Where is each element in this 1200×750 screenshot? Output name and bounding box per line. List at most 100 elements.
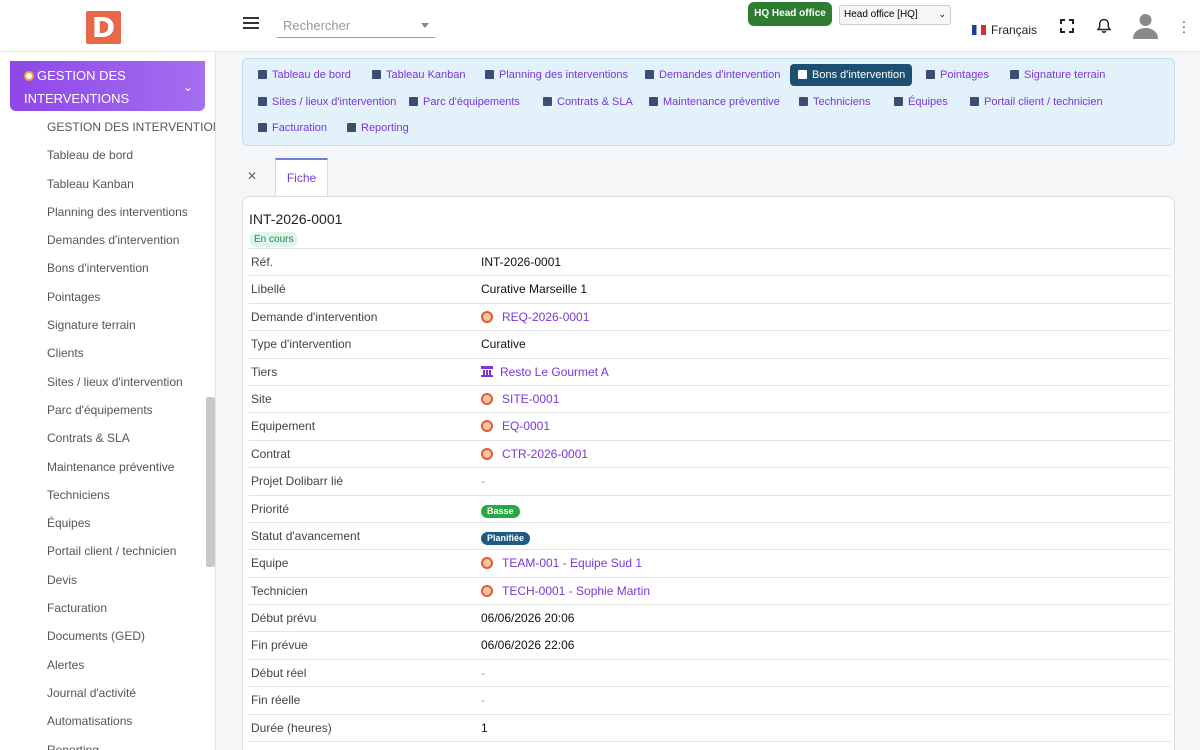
more-options-icon[interactable]: · · · — [1181, 14, 1187, 38]
table-row: Fin réelle - — [249, 686, 1171, 713]
nav-portail[interactable]: Portail client / technicien — [962, 91, 1110, 113]
fullscreen-icon[interactable] — [1060, 19, 1074, 33]
nav-signature[interactable]: Signature terrain — [1002, 64, 1112, 86]
priority-badge: Basse — [481, 504, 520, 518]
technician-link[interactable]: TECH-0001 - Sophie Martin — [481, 584, 650, 598]
sidebar-item-parc[interactable]: Parc d'équipements — [0, 401, 215, 429]
nav-parc[interactable]: Parc d'équipements — [401, 91, 527, 113]
sidebar-item-demandes[interactable]: Demandes d'intervention — [0, 231, 215, 259]
sidebar-item-kanban[interactable]: Tableau Kanban — [0, 175, 215, 203]
nav-pointages[interactable]: Pointages — [918, 64, 996, 86]
tab-fiche[interactable]: Fiche — [275, 158, 328, 198]
nav-facturation[interactable]: Facturation — [250, 117, 334, 139]
calendar-check-icon — [649, 97, 658, 106]
nav-equipes[interactable]: Équipes — [886, 91, 955, 113]
object-icon — [481, 584, 493, 597]
sidebar-item-automatisations[interactable]: Automatisations — [0, 712, 215, 740]
nav-kanban[interactable]: Tableau Kanban — [364, 64, 473, 86]
object-icon — [481, 420, 493, 433]
field-value: 06/06/2026 20:06 — [481, 611, 575, 626]
table-row: Contrat CTR-2026-0001 — [249, 439, 1171, 467]
top-bar: D Rechercher HQ Head office Head office … — [0, 0, 1200, 52]
sidebar-item-documents[interactable]: Documents (GED) — [0, 627, 215, 655]
sidebar-item-planning[interactable]: Planning des interventions — [0, 203, 215, 231]
sidebar-item-tableau-de-bord[interactable]: Tableau de bord — [0, 146, 215, 174]
sidebar-item-sites[interactable]: Sites / lieux d'intervention — [0, 373, 215, 401]
entity-button[interactable]: HQ Head office — [748, 2, 832, 26]
module-nav: Tableau de bord Tableau Kanban Planning … — [242, 58, 1175, 146]
calendar-icon — [485, 70, 494, 79]
signature-icon — [1010, 70, 1019, 79]
field-label: Demande d'intervention — [251, 309, 378, 324]
table-row: Statut d'avancement Planifiée — [249, 521, 1171, 549]
sidebar-item-signature[interactable]: Signature terrain — [0, 316, 215, 344]
status-badge: En cours — [249, 232, 299, 247]
tiers-link[interactable]: Resto Le Gourmet A — [481, 365, 609, 379]
nav-planning[interactable]: Planning des interventions — [477, 64, 635, 86]
headset-icon — [645, 70, 654, 79]
nav-maintenance[interactable]: Maintenance préventive — [641, 91, 787, 113]
french-flag-icon — [972, 25, 986, 35]
sidebar-item-equipes[interactable]: Équipes — [0, 514, 215, 542]
sidebar-item-clients[interactable]: Clients — [0, 344, 215, 372]
sidebar-item-journal[interactable]: Journal d'activité — [0, 684, 215, 712]
sidebar-item-pointages[interactable]: Pointages — [0, 288, 215, 316]
nav-reporting[interactable]: Reporting — [339, 117, 416, 139]
sidebar-item-reporting[interactable]: Reporting — [0, 741, 215, 750]
menu-toggle-icon[interactable] — [243, 17, 259, 31]
sidebar-item-portail[interactable]: Portail client / technicien — [0, 542, 215, 570]
contract-link[interactable]: CTR-2026-0001 — [481, 447, 588, 461]
field-label: Tiers — [251, 364, 278, 379]
field-label: Technicien — [251, 583, 308, 598]
table-row: Projet Dolibarr lié - — [249, 467, 1171, 494]
field-value: Curative Marseille 1 — [481, 282, 588, 297]
sidebar-item-contrats[interactable]: Contrats & SLA — [0, 429, 215, 457]
notification-bell-icon[interactable] — [1096, 18, 1112, 34]
nav-tableau-de-bord[interactable]: Tableau de bord — [250, 64, 358, 86]
language-label: Français — [991, 23, 1038, 37]
module-header[interactable]: GESTION DES INTERVENTIONS ⌄ — [10, 61, 205, 111]
user-cog-icon — [799, 97, 808, 106]
sidebar-item-alertes[interactable]: Alertes — [0, 656, 215, 684]
sidebar-item-techniciens[interactable]: Techniciens — [0, 486, 215, 514]
nav-contrats[interactable]: Contrats & SLA — [535, 91, 640, 113]
app-logo[interactable]: D — [86, 11, 121, 44]
language-selector[interactable]: Français — [972, 23, 1037, 37]
site-link[interactable]: SITE-0001 — [481, 392, 559, 406]
field-label: Projet Dolibarr lié — [251, 474, 344, 489]
entity-select[interactable]: Head office [HQ] ⌄ — [839, 5, 951, 25]
field-label: Equipe — [251, 556, 289, 571]
table-row: Début prévu 06/06/2026 20:06 — [249, 604, 1171, 631]
sidebar-item-gestion[interactable]: GESTION DES INTERVENTIONS — [0, 118, 215, 146]
request-link[interactable]: REQ-2026-0001 — [481, 310, 589, 324]
sidebar-item-bons[interactable]: Bons d'intervention — [0, 259, 215, 287]
search-select[interactable]: Rechercher — [277, 13, 435, 38]
main-content: Tableau de bord Tableau Kanban Planning … — [216, 52, 1200, 750]
team-link[interactable]: TEAM-001 - Equipe Sud 1 — [481, 556, 642, 570]
sidebar-item-facturation[interactable]: Facturation — [0, 599, 215, 627]
nav-sites[interactable]: Sites / lieux d'intervention — [250, 91, 403, 113]
field-label: Fin prévue — [251, 638, 308, 653]
table-row: Technicien TECH-0001 - Sophie Martin — [249, 576, 1171, 604]
nav-demandes[interactable]: Demandes d'intervention — [637, 64, 787, 86]
nav-bons-intervention[interactable]: Bons d'intervention — [790, 64, 913, 86]
field-label: Priorité — [251, 501, 290, 516]
field-label: Equipement — [251, 419, 316, 434]
users-icon — [894, 97, 903, 106]
nav-techniciens[interactable]: Techniciens — [791, 91, 877, 113]
sidebar-item-maintenance[interactable]: Maintenance préventive — [0, 458, 215, 486]
table-row: Libellé Curative Marseille 1 — [249, 275, 1171, 302]
equipment-link[interactable]: EQ-0001 — [481, 419, 550, 433]
table-row: Tiers Resto Le Gourmet A — [249, 357, 1171, 385]
kanban-icon — [372, 70, 381, 79]
sidebar-item-devis[interactable]: Devis — [0, 571, 215, 599]
sidebar-scrollbar[interactable] — [206, 397, 215, 567]
mobile-icon — [970, 97, 979, 106]
tools-icon — [798, 70, 807, 79]
user-avatar[interactable] — [1133, 12, 1158, 39]
field-label: Libellé — [251, 282, 286, 297]
progress-status-badge: Planifiée — [481, 531, 531, 545]
field-label: Durée (heures) — [251, 720, 332, 735]
cogs-icon — [409, 97, 418, 106]
table-row: Durée (heures) 1 — [249, 713, 1171, 741]
